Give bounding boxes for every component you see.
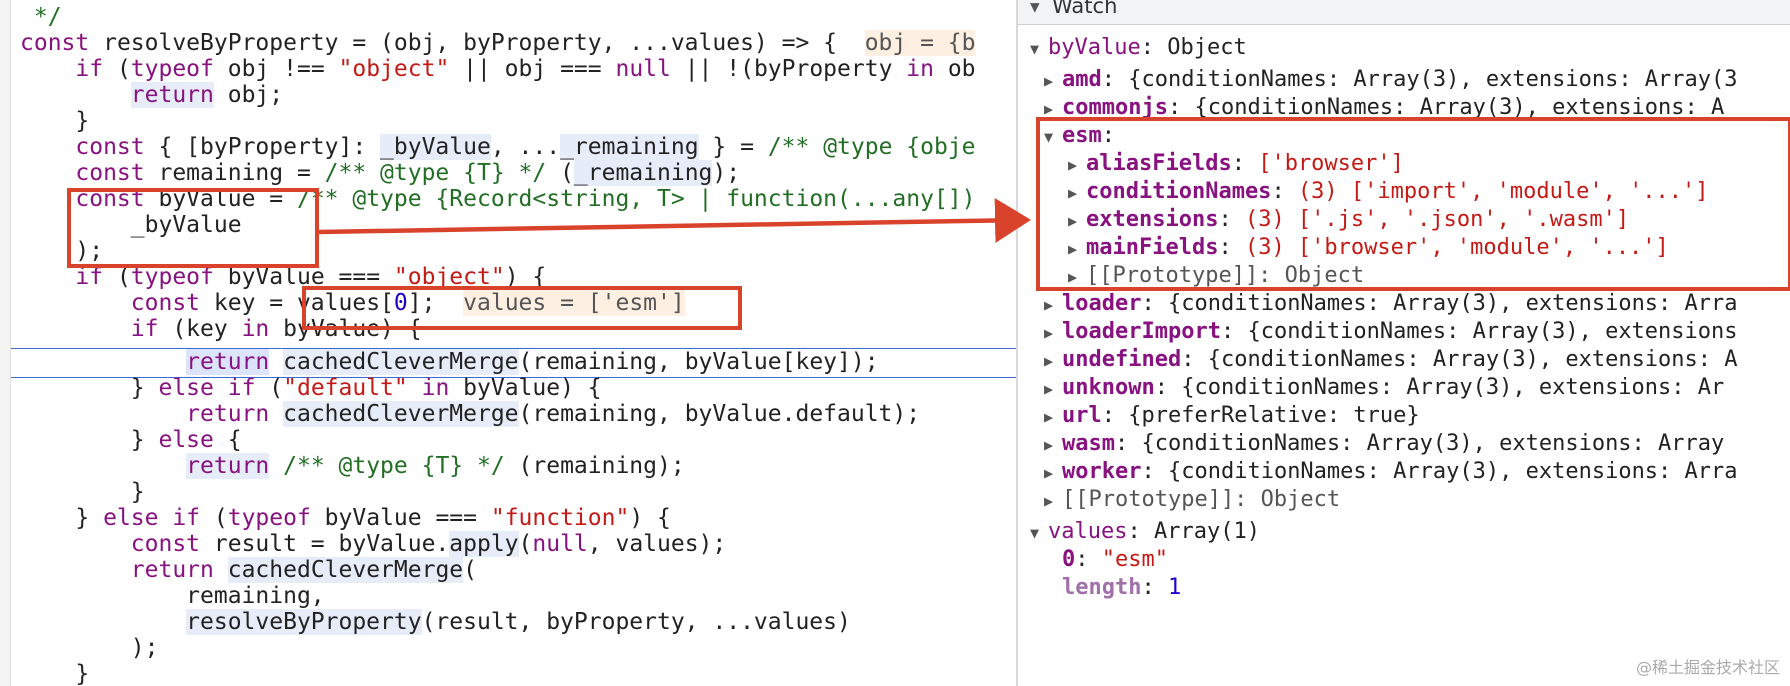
watermark: @稀土掘金技术社区 [1635, 658, 1780, 677]
annotation-arrow [318, 197, 1031, 243]
